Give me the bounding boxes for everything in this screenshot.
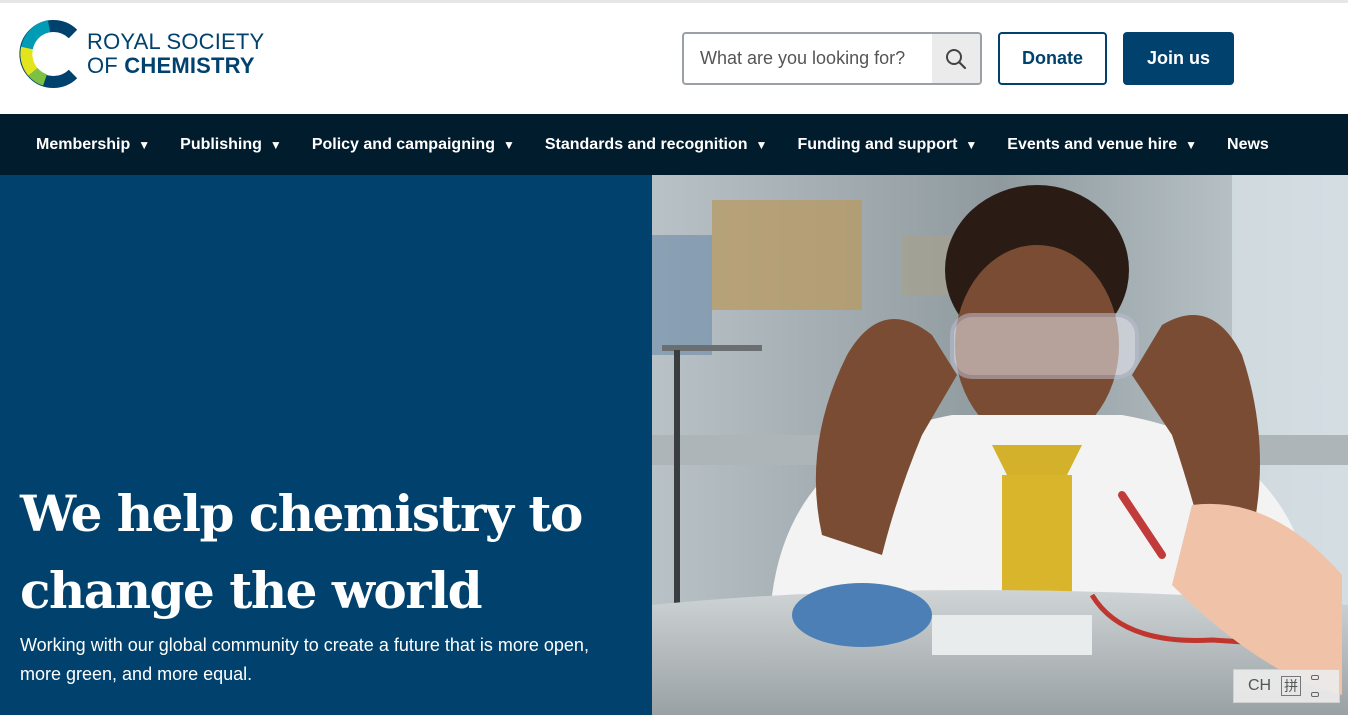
caret-down-icon: ▼	[1185, 137, 1198, 152]
search-box	[682, 32, 982, 85]
logo-line2: OF CHEMISTRY	[87, 55, 264, 77]
main-navigation: Membership ▼ Publishing ▼ Policy and campa…	[0, 114, 1348, 175]
nav-list: Membership ▼ Publishing ▼ Policy and campa…	[0, 114, 1348, 175]
logo-line1: ROYAL SOCIETY	[87, 29, 265, 54]
caret-down-icon: ▼	[138, 137, 151, 152]
nav-item-standards-and-recognition[interactable]: Standards and recognition ▼	[545, 136, 768, 154]
logo-wordmark: ROYAL SOCIETY OF CHEMISTRY	[87, 31, 264, 77]
nav-item-policy-and-campaigning[interactable]: Policy and campaigning ▼	[312, 136, 515, 154]
nav-item-label: Membership	[36, 135, 131, 153]
nav-item-funding-and-support[interactable]: Funding and support ▼	[797, 136, 977, 154]
ime-mode-label[interactable]: CH	[1248, 677, 1271, 695]
ime-grip-icon[interactable]	[1311, 675, 1321, 697]
caret-down-icon: ▼	[755, 137, 768, 152]
search-icon	[946, 48, 967, 69]
nav-item-label: Publishing	[180, 135, 262, 153]
ime-toolbar[interactable]: CH 拼	[1233, 669, 1340, 703]
nav-item-label: Events and venue hire	[1007, 135, 1178, 153]
join-us-button[interactable]: Join us	[1123, 32, 1234, 85]
nav-item-label: News	[1227, 135, 1269, 153]
nav-item-label: Policy and campaigning	[311, 135, 495, 153]
hero-title: We help chemistry to change the world	[20, 484, 583, 620]
logo-line2-bold: CHEMISTRY	[124, 53, 255, 78]
donate-button[interactable]: Donate	[998, 32, 1107, 85]
site-header: ROYAL SOCIETY OF CHEMISTRY Donate Join u…	[0, 3, 1348, 114]
search-button[interactable]	[932, 34, 980, 83]
nav-item-publishing[interactable]: Publishing ▼	[180, 136, 282, 154]
caret-down-icon: ▼	[502, 137, 515, 152]
nav-item-events-and-venue-hire[interactable]: Events and venue hire ▼	[1007, 136, 1197, 154]
caret-down-icon: ▼	[269, 137, 282, 152]
caret-down-icon: ▼	[965, 137, 978, 152]
hero-image	[652, 175, 1348, 715]
nav-item-label: Standards and recognition	[544, 135, 748, 153]
nav-item-news[interactable]: News	[1227, 136, 1269, 154]
rsc-logo-icon	[19, 20, 78, 88]
nav-item-label: Funding and support	[797, 135, 958, 153]
rsc-logo-link[interactable]: ROYAL SOCIETY OF CHEMISTRY	[19, 18, 279, 90]
nav-item-membership[interactable]: Membership ▼	[36, 136, 150, 154]
ime-pinyin-icon[interactable]: 拼	[1281, 676, 1302, 696]
hero-subtitle: Working with our global community to cre…	[20, 635, 589, 684]
girl-in-lab-photo	[652, 175, 1348, 715]
logo-line2-prefix: OF	[87, 53, 125, 78]
hero-panel: We help chemistry to change the world Wo…	[0, 175, 652, 715]
search-input[interactable]	[684, 34, 932, 83]
